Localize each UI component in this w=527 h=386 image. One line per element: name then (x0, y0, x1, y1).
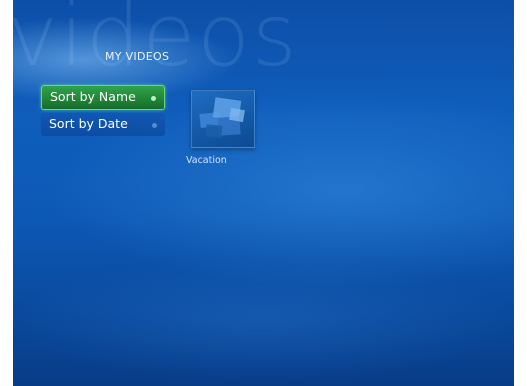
media-center-screen: videos MY VIDEOS Sort by Name Sort by Da… (13, 0, 514, 386)
menu-item-label: Sort by Name (50, 89, 136, 104)
sort-by-date-button[interactable]: Sort by Date (41, 113, 165, 136)
folder-caption: Vacation (186, 155, 227, 166)
selection-dot-icon (151, 96, 156, 101)
background-watermark: videos (13, 0, 299, 86)
selection-dot-icon (152, 123, 157, 128)
menu-item-label: Sort by Date (49, 116, 128, 131)
sort-menu: Sort by Name Sort by Date (41, 85, 165, 139)
page-title: MY VIDEOS (105, 50, 170, 63)
vacation-folder-tile[interactable] (191, 90, 255, 148)
sort-by-name-button[interactable]: Sort by Name (41, 85, 165, 110)
video-folder-icon (199, 97, 245, 138)
